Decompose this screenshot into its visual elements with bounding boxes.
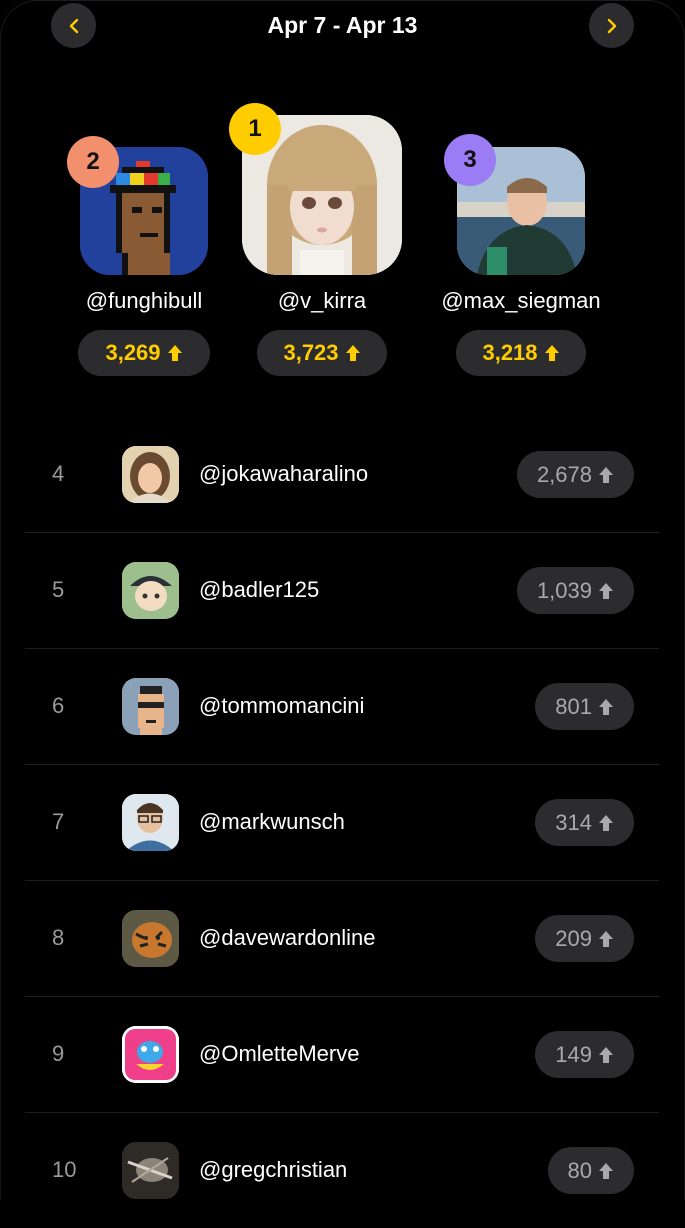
row-score: 314 [555, 809, 592, 835]
arrow-up-icon [599, 930, 613, 947]
row-score-pill: 80 [547, 1147, 634, 1194]
arrow-up-icon [544, 345, 559, 361]
podium-score-pill-2: 3,269 [78, 330, 210, 376]
row-rank: 5 [52, 577, 65, 602]
podium-score-3: 3,218 [482, 340, 538, 365]
podium-score-1: 3,723 [283, 340, 339, 365]
leaderboard-row-10[interactable]: 10 @gregchristian 80 [25, 1112, 659, 1228]
arrow-up-icon [599, 1046, 613, 1063]
row-handle: @OmletteMerve [199, 1041, 360, 1066]
cartoon-cap-avatar [122, 562, 179, 619]
row-handle: @gregchristian [199, 1157, 348, 1182]
rank-badge-1: 1 [229, 103, 281, 155]
rank-badge-2: 2 [67, 136, 119, 188]
row-score-pill: 149 [535, 1031, 634, 1078]
row-score-pill: 2,678 [516, 451, 634, 498]
row-rank: 7 [52, 809, 65, 834]
podium-handle-1: @v_kirra [277, 288, 367, 313]
row-handle: @davewardonline [199, 925, 376, 950]
colorful-creature-avatar [122, 1026, 179, 1083]
pixel-punk-sunglasses-avatar [122, 678, 179, 735]
row-handle: @tommomancini [199, 693, 365, 718]
arrow-up-icon [599, 698, 613, 715]
next-week-button[interactable] [589, 3, 634, 48]
podium-score-pill-1: 3,723 [257, 330, 387, 376]
tiger-avatar [122, 910, 179, 967]
arrow-up-icon [599, 1162, 613, 1179]
man-glasses-avatar [122, 794, 179, 851]
row-score: 149 [555, 1041, 592, 1067]
leaderboard-row-4[interactable]: 4 @jokawaharalino 2,678 [25, 416, 659, 533]
row-score-pill: 209 [535, 915, 634, 962]
podium-score-2: 3,269 [105, 340, 161, 365]
leaderboard-row-9[interactable]: 9 @OmletteMerve 149 [25, 996, 659, 1113]
leaderboard-row-6[interactable]: 6 @tommomancini 801 [25, 648, 659, 765]
row-rank: 8 [52, 925, 65, 950]
row-score: 1,039 [536, 577, 592, 603]
chevron-right-icon [607, 18, 616, 33]
leaderboard-row-7[interactable]: 7 @markwunsch 314 [25, 764, 659, 881]
leaderboard-row-5[interactable]: 5 @badler125 1,039 [25, 532, 659, 649]
arrow-up-icon [167, 345, 182, 361]
row-score: 2,678 [536, 461, 592, 487]
row-rank: 9 [52, 1041, 65, 1066]
bw-photo-avatar [122, 1142, 179, 1199]
illustrated-woman-avatar [122, 446, 179, 503]
podium-score-pill-3: 3,218 [456, 330, 586, 376]
arrow-up-icon [599, 582, 613, 599]
row-handle: @badler125 [199, 577, 320, 602]
row-handle: @markwunsch [199, 809, 345, 834]
row-score-pill: 801 [535, 683, 634, 730]
row-rank: 10 [52, 1157, 77, 1182]
row-score-pill: 1,039 [516, 567, 634, 614]
arrow-up-icon [345, 345, 360, 361]
row-handle: @jokawaharalino [199, 461, 369, 486]
podium-handle-2: @funghibull [85, 288, 203, 313]
leaderboard-row-8[interactable]: 8 @davewardonline 209 [25, 880, 659, 997]
row-rank: 6 [52, 693, 65, 718]
arrow-up-icon [599, 466, 613, 483]
row-rank: 4 [52, 461, 65, 486]
rank-badge-3: 3 [444, 134, 496, 186]
row-score: 80 [567, 1157, 592, 1183]
date-range-title: Apr 7 - Apr 13 [267, 12, 418, 38]
row-score: 801 [555, 693, 592, 719]
row-score-pill: 314 [535, 799, 634, 846]
arrow-up-icon [599, 814, 613, 831]
podium-handle-3: @max_siegman [441, 288, 601, 313]
row-score: 209 [555, 925, 592, 951]
